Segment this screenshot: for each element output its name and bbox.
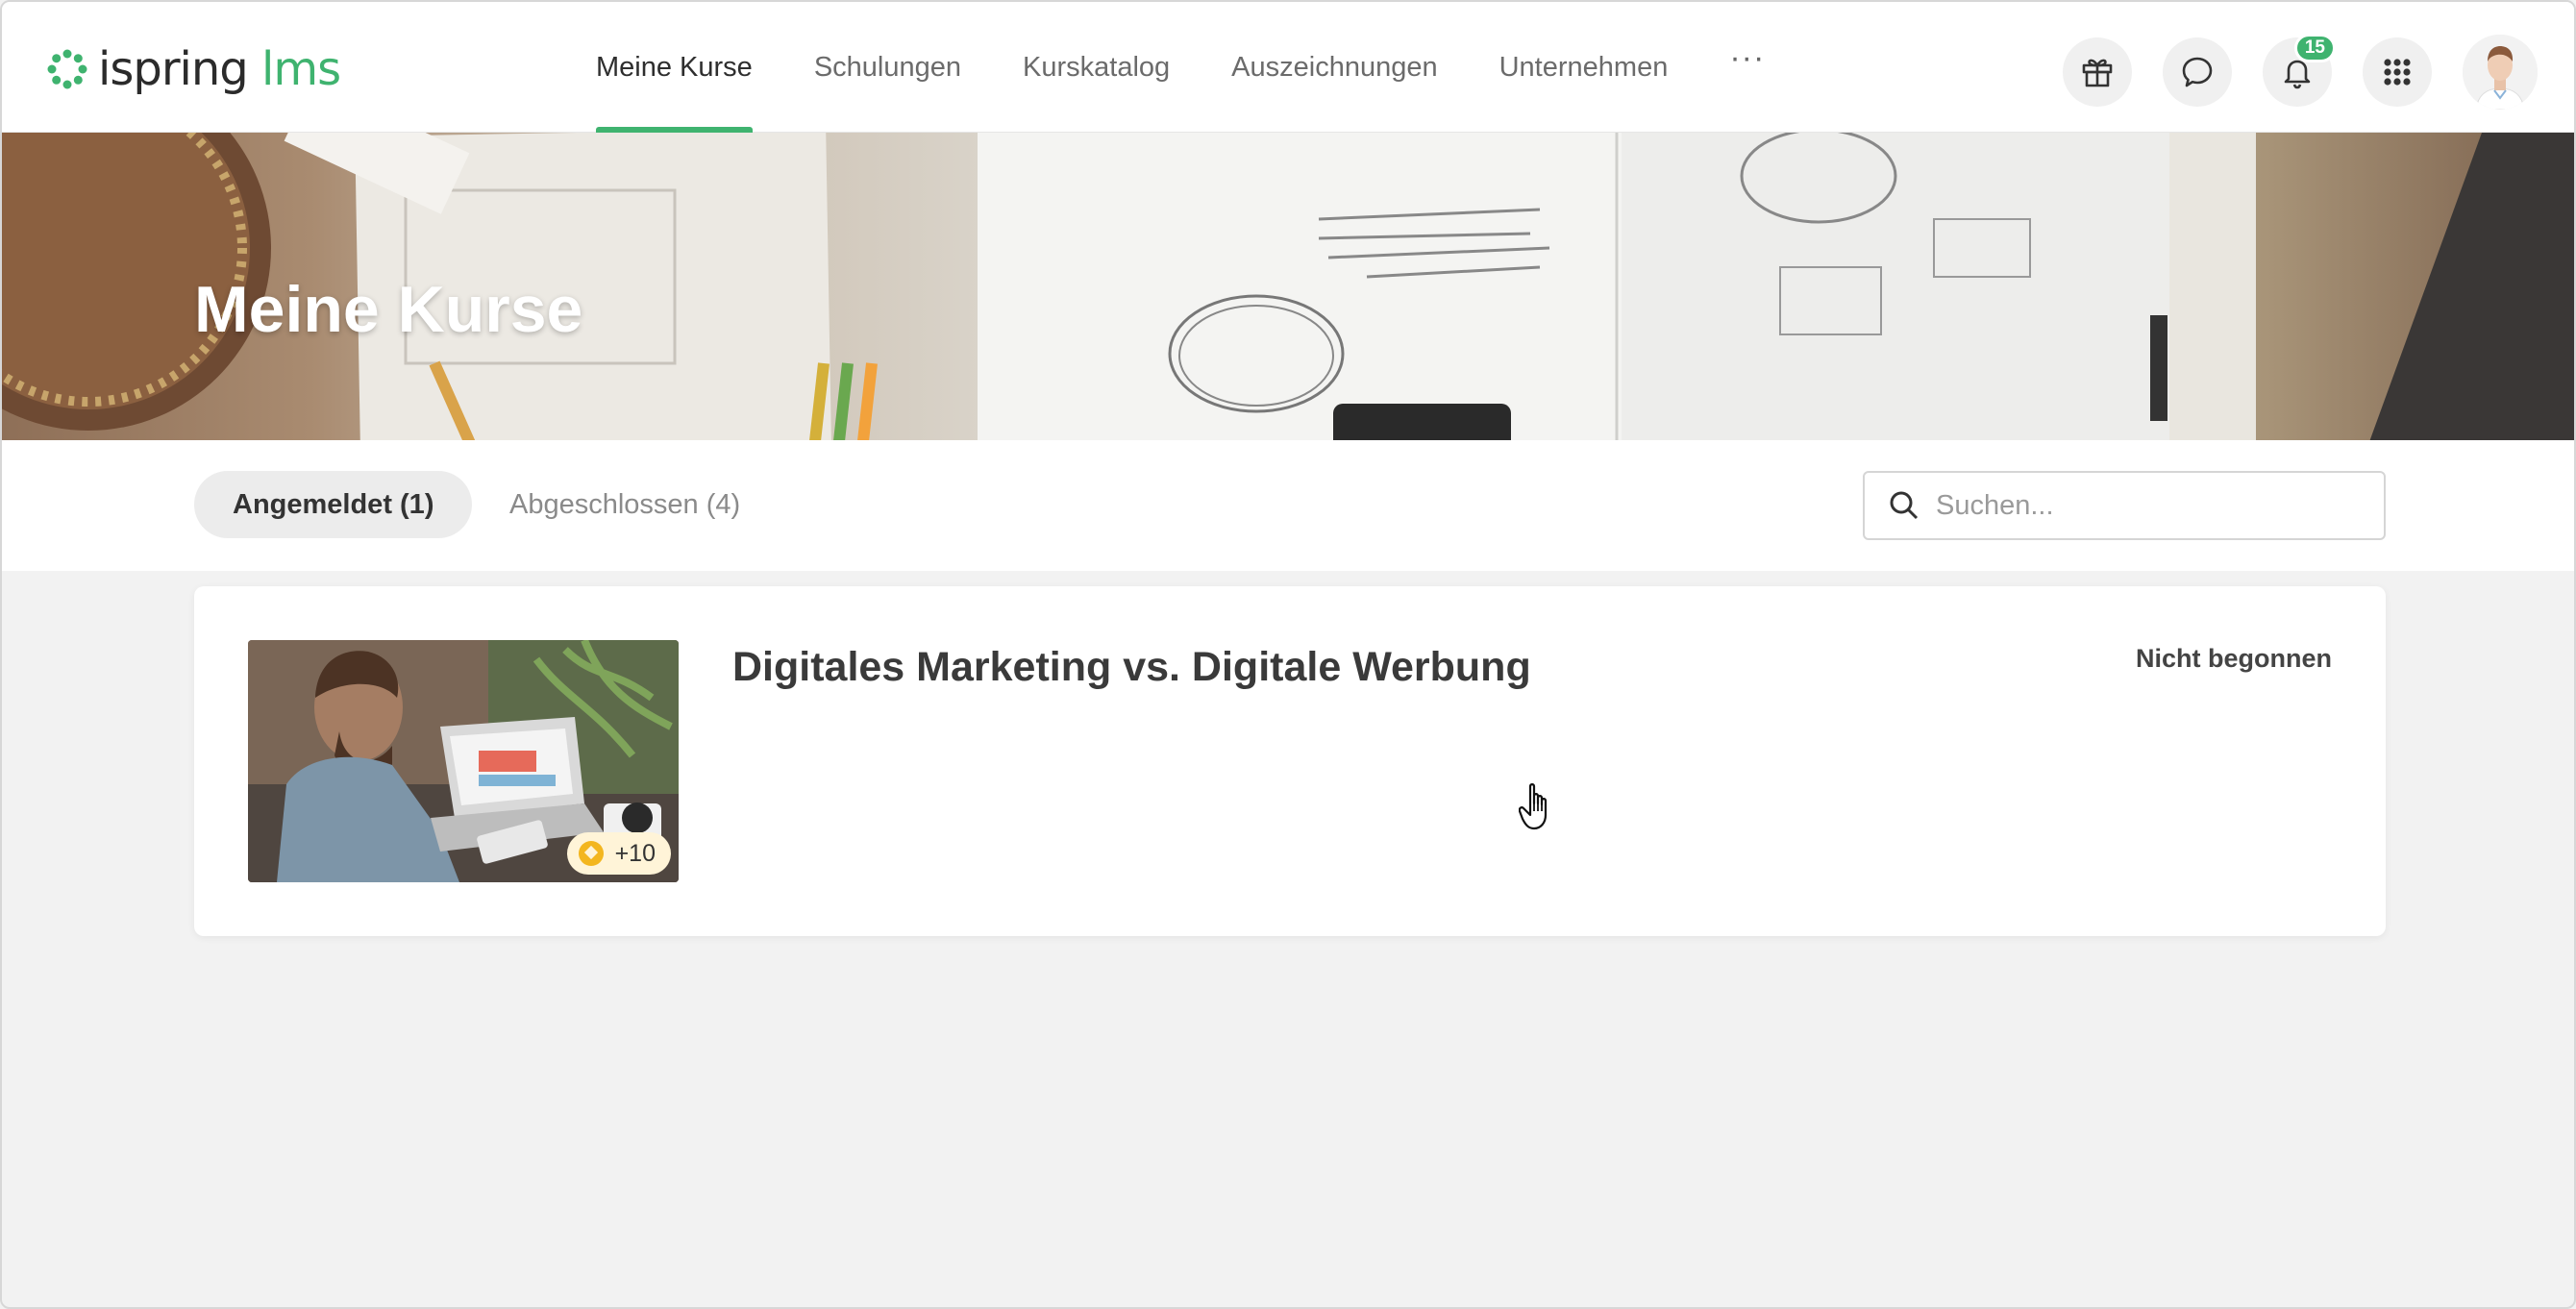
course-filter-bar: Angemeldet (1) Abgeschlossen (4): [2, 440, 2574, 571]
apps-menu-button[interactable]: [2363, 37, 2432, 107]
top-navigation-bar: ispring lms Meine Kurse Schulungen Kursk…: [2, 2, 2574, 133]
points-value: +10: [614, 839, 656, 867]
nav-item-kurskatalog[interactable]: Kurskatalog: [1023, 2, 1170, 133]
search-input[interactable]: [1936, 489, 2359, 522]
logo-text: ispring lms: [98, 42, 341, 96]
app-window: ispring lms Meine Kurse Schulungen Kursk…: [0, 0, 2576, 1309]
course-status: Nicht begonnen: [2136, 644, 2332, 673]
chat-button[interactable]: [2163, 37, 2232, 107]
notifications-button[interactable]: 15: [2263, 34, 2336, 107]
coin-icon: [578, 841, 604, 866]
search-box[interactable]: [1863, 471, 2386, 540]
nav-item-auszeichnungen[interactable]: Auszeichnungen: [1231, 2, 1437, 133]
nav-item-schulungen[interactable]: Schulungen: [814, 2, 961, 133]
search-icon: [1890, 491, 1919, 520]
course-thumbnail[interactable]: +10: [248, 640, 679, 882]
hand-cursor-icon: [1519, 783, 1548, 830]
tab-abgeschlossen[interactable]: Abgeschlossen (4): [471, 471, 779, 538]
nav-more-menu[interactable]: ···: [1729, 2, 1765, 123]
logo-asterisk-icon: [47, 49, 87, 89]
chat-icon: [2182, 57, 2213, 87]
tab-angemeldet[interactable]: Angemeldet (1): [194, 471, 473, 538]
notification-count-badge: 15: [2293, 34, 2336, 62]
page-banner: Meine Kurse: [2, 133, 2574, 440]
user-avatar[interactable]: [2463, 35, 2538, 110]
course-card[interactable]: +10 Digitales Marketing vs. Digitale Wer…: [194, 586, 2386, 936]
gift-icon: [2082, 59, 2113, 87]
main-nav: Meine Kurse Schulungen Kurskatalog Ausze…: [596, 2, 1826, 133]
ispring-lms-logo[interactable]: ispring lms: [46, 42, 341, 96]
nav-item-unternehmen[interactable]: Unternehmen: [1499, 2, 1669, 133]
course-title[interactable]: Digitales Marketing vs. Digitale Werbung: [732, 644, 1531, 691]
page-title: Meine Kurse: [194, 273, 583, 346]
gift-button[interactable]: [2063, 37, 2132, 107]
avatar-portrait-icon: [2463, 35, 2538, 110]
points-badge: +10: [566, 832, 671, 875]
nav-item-meine-kurse[interactable]: Meine Kurse: [596, 2, 753, 133]
apps-grid-icon: [2384, 59, 2411, 86]
